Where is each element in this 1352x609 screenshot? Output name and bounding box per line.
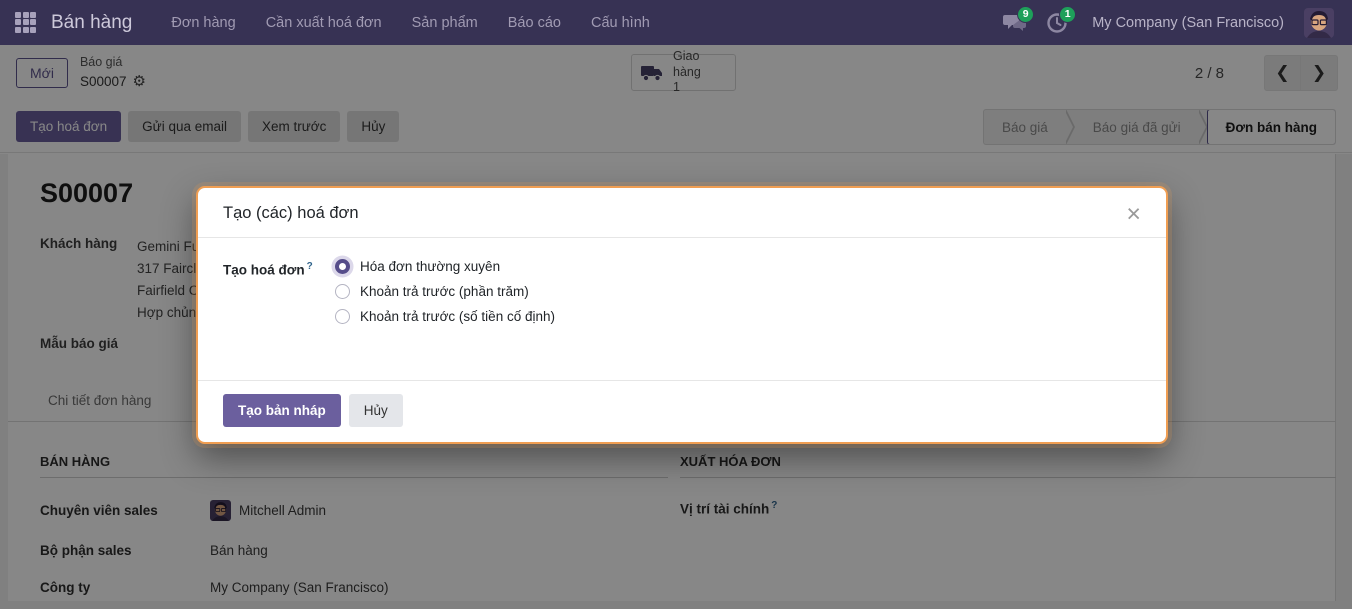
systray: 9 1 My Company (San Francisco) xyxy=(998,6,1352,40)
radio-selected-icon[interactable] xyxy=(335,259,350,274)
invoice-type-radio-group: Hóa đơn thường xuyên Khoản trả trước (ph… xyxy=(335,259,555,359)
create-invoice-field-label: Tạo hoá đơn? xyxy=(223,259,335,359)
option-regular-invoice[interactable]: Hóa đơn thường xuyên xyxy=(335,259,555,274)
messages-icon[interactable]: 9 xyxy=(998,6,1032,40)
dialog-header: Tạo (các) hoá đơn × xyxy=(198,188,1166,238)
main-menu: Đơn hàng Cần xuất hoá đơn Sản phẩm Báo c… xyxy=(158,0,662,45)
option-down-payment-fixed[interactable]: Khoản trả trước (số tiền cố định) xyxy=(335,309,555,324)
close-icon[interactable]: × xyxy=(1126,205,1141,223)
dialog-footer: Tạo bản nháp Hủy xyxy=(198,380,1166,442)
radio-icon[interactable] xyxy=(335,284,350,299)
dialog-title: Tạo (các) hoá đơn xyxy=(223,204,359,223)
create-draft-button[interactable]: Tạo bản nháp xyxy=(223,394,341,427)
menu-configuration[interactable]: Cấu hình xyxy=(578,0,663,45)
company-switcher[interactable]: My Company (San Francisco) xyxy=(1092,15,1284,31)
help-icon: ? xyxy=(307,261,313,272)
activities-badge: 1 xyxy=(1059,6,1076,23)
top-navbar: Bán hàng Đơn hàng Cần xuất hoá đơn Sản p… xyxy=(0,0,1352,45)
create-invoices-dialog: Tạo (các) hoá đơn × Tạo hoá đơn? Hóa đơn… xyxy=(196,186,1168,444)
activities-icon[interactable]: 1 xyxy=(1040,6,1074,40)
option-down-payment-percentage[interactable]: Khoản trả trước (phần trăm) xyxy=(335,284,555,299)
menu-to-invoice[interactable]: Cần xuất hoá đơn xyxy=(253,0,395,45)
radio-icon[interactable] xyxy=(335,309,350,324)
apps-grid-icon[interactable] xyxy=(15,12,37,34)
menu-products[interactable]: Sản phẩm xyxy=(399,0,491,45)
app-name[interactable]: Bán hàng xyxy=(51,12,132,34)
messages-badge: 9 xyxy=(1017,6,1034,23)
menu-reporting[interactable]: Báo cáo xyxy=(495,0,574,45)
dialog-cancel-button[interactable]: Hủy xyxy=(349,394,403,427)
user-avatar[interactable] xyxy=(1304,8,1334,38)
dialog-body: Tạo hoá đơn? Hóa đơn thường xuyên Khoản … xyxy=(198,238,1166,380)
menu-orders[interactable]: Đơn hàng xyxy=(158,0,248,45)
